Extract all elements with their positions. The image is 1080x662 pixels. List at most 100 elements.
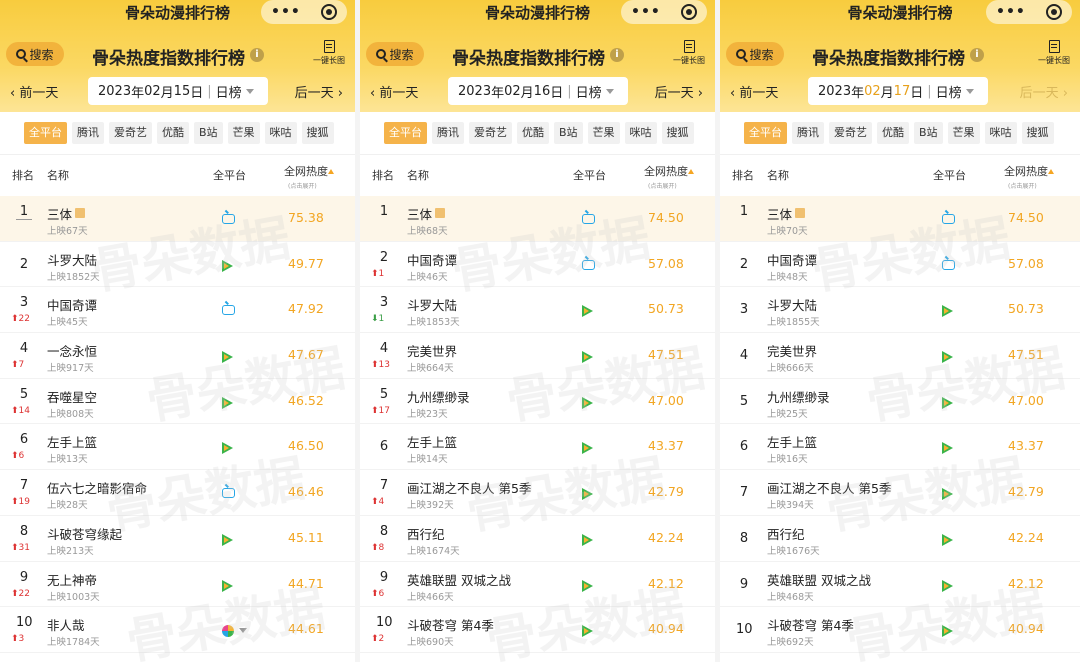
table-row[interactable]: 8 西行纪 上映1676天 42.24 — [720, 515, 1080, 562]
platform-tab[interactable]: 优酷 — [157, 122, 189, 144]
close-target-icon[interactable] — [1045, 4, 1062, 20]
title-name[interactable]: 斗破苍穹缘起 — [47, 524, 122, 543]
platform-tab[interactable]: 腾讯 — [72, 122, 104, 144]
title-name[interactable]: 左手上篮 — [407, 432, 457, 451]
title-name[interactable]: 西行纪 — [767, 524, 805, 543]
title-name[interactable]: 斗破苍穹 第4季 — [407, 615, 494, 634]
chevron-down-icon[interactable] — [239, 628, 247, 634]
date-selector[interactable]: 2023 年 02 月 16 日 | 日榜 — [448, 77, 628, 105]
table-row[interactable]: 9 ⬆6 英雄联盟 双城之战 上映466天 42.12 — [360, 561, 715, 608]
table-row[interactable]: 6 ⬆6 左手上篮 上映13天 46.50 — [0, 424, 355, 471]
table-row[interactable]: 6 左手上篮 上映14天 43.37 — [360, 424, 715, 471]
table-row[interactable]: 4 完美世界 上映666天 47.51 — [720, 333, 1080, 379]
platform-tab[interactable]: 搜狐 — [661, 122, 694, 144]
table-row[interactable]: 9 ⬆22 无上神帝 上映1003天 44.71 — [0, 561, 355, 608]
title-name[interactable]: 中国奇谭 — [767, 250, 817, 269]
platform-tab[interactable]: 爱奇艺 — [469, 122, 512, 144]
prev-day-button[interactable]: ‹ 前一天 — [370, 82, 418, 101]
date-selector[interactable]: 2023 年 02 月 15 日 | 日榜 — [88, 77, 268, 105]
title-name[interactable]: 非人哉 — [47, 615, 85, 634]
table-row[interactable]: 10 ⬆2 斗破苍穹 第4季 上映690天 40.94 — [360, 607, 715, 653]
platform-tab[interactable]: 芒果 — [227, 122, 260, 144]
next-day-button[interactable]: 后一天 › — [295, 82, 343, 101]
title-name[interactable]: 画江湖之不良人 第5季 — [407, 478, 531, 497]
title-name[interactable]: 九州缥缈录 — [407, 387, 470, 406]
close-target-icon[interactable] — [320, 4, 337, 20]
title-name[interactable]: 斗罗大陆 — [767, 295, 817, 314]
table-row[interactable]: 5 ⬆14 吞噬星空 上映808天 46.52 — [0, 378, 355, 425]
platform-tab[interactable]: 爱奇艺 — [829, 122, 872, 144]
title-name[interactable]: 左手上篮 — [47, 432, 97, 451]
platform-tab[interactable]: 全平台 — [384, 122, 427, 144]
platform-tab[interactable]: 芒果 — [587, 122, 620, 144]
table-row[interactable]: 3 斗罗大陆 上映1855天 50.73 — [720, 287, 1080, 334]
search-button[interactable]: 搜索 — [726, 42, 784, 66]
title-name[interactable]: 三体 — [47, 204, 86, 223]
table-row[interactable]: 8 ⬆31 斗破苍穹缘起 上映213天 45.11 — [0, 515, 355, 562]
table-row[interactable]: 4 ⬆13 完美世界 上映664天 47.51 — [360, 333, 715, 379]
column-heat[interactable]: 全网热度 — [644, 163, 688, 179]
table-row[interactable]: 1 三体 上映70天 74.50 — [720, 196, 1080, 242]
title-name[interactable]: 完美世界 — [407, 341, 457, 360]
platform-tab[interactable]: 腾讯 — [432, 122, 464, 144]
table-row[interactable]: 2 中国奇谭 上映48天 57.08 — [720, 241, 1080, 288]
table-row[interactable]: 4 ⬆7 一念永恒 上映917天 47.67 — [0, 333, 355, 379]
long-image-button[interactable]: 一键长图 — [1034, 40, 1074, 66]
capsule-menu[interactable]: ••• — [261, 0, 347, 24]
long-image-button[interactable]: 一键长图 — [309, 40, 349, 66]
platform-tab[interactable]: B站 — [194, 122, 223, 144]
title-name[interactable]: 中国奇谭 — [407, 250, 457, 269]
title-name[interactable]: 伍六七之暗影宿命 — [47, 478, 147, 497]
platform-tab[interactable]: 爱奇艺 — [109, 122, 152, 144]
prev-day-button[interactable]: ‹ 前一天 — [730, 82, 778, 101]
long-image-button[interactable]: 一键长图 — [669, 40, 709, 66]
platform-tab[interactable]: 腾讯 — [792, 122, 824, 144]
title-name[interactable]: 左手上篮 — [767, 432, 817, 451]
title-name[interactable]: 斗罗大陆 — [407, 295, 457, 314]
next-day-button[interactable]: 后一天 › — [655, 82, 703, 101]
capsule-menu[interactable]: ••• — [986, 0, 1072, 24]
title-name[interactable]: 无上神帝 — [47, 570, 97, 589]
search-button[interactable]: 搜索 — [6, 42, 64, 66]
table-row[interactable]: 1 三体 上映67天 75.38 — [0, 196, 355, 242]
title-name[interactable]: 吞噬星空 — [47, 387, 97, 406]
table-row[interactable]: 3 ⬇1 斗罗大陆 上映1853天 50.73 — [360, 287, 715, 334]
title-name[interactable]: 英雄联盟 双城之战 — [767, 570, 871, 589]
title-name[interactable]: 西行纪 — [407, 524, 445, 543]
info-icon[interactable]: i — [610, 48, 624, 62]
column-heat[interactable]: 全网热度 — [1004, 163, 1048, 179]
title-name[interactable]: 英雄联盟 双城之战 — [407, 570, 511, 589]
platform-tab[interactable]: 芒果 — [947, 122, 980, 144]
table-row[interactable]: 7 画江湖之不良人 第5季 上映394天 42.79 — [720, 470, 1080, 516]
more-icon[interactable]: ••• — [631, 4, 661, 20]
platform-tab[interactable]: B站 — [554, 122, 583, 144]
title-name[interactable]: 九州缥缈录 — [767, 387, 830, 406]
table-row[interactable]: 6 左手上篮 上映16天 43.37 — [720, 424, 1080, 471]
table-row[interactable]: 2 斗罗大陆 上映1852天 49.77 — [0, 241, 355, 288]
title-name[interactable]: 画江湖之不良人 第5季 — [767, 478, 891, 497]
info-icon[interactable]: i — [970, 48, 984, 62]
table-row[interactable]: 3 ⬆22 中国奇谭 上映45天 47.92 — [0, 287, 355, 334]
title-name[interactable]: 中国奇谭 — [47, 295, 97, 314]
table-row[interactable]: 1 三体 上映68天 74.50 — [360, 196, 715, 242]
sort-icon[interactable] — [1048, 169, 1054, 174]
platform-tab[interactable]: B站 — [914, 122, 943, 144]
table-row[interactable]: 9 英雄联盟 双城之战 上映468天 42.12 — [720, 561, 1080, 608]
table-row[interactable]: 7 ⬆4 画江湖之不良人 第5季 上映392天 42.79 — [360, 470, 715, 516]
platform-tab[interactable]: 优酷 — [517, 122, 549, 144]
date-selector[interactable]: 2023 年 02 月 17 日 | 日榜 — [808, 77, 988, 105]
table-row[interactable]: 8 ⬆8 西行纪 上映1674天 42.24 — [360, 515, 715, 562]
title-name[interactable]: 斗罗大陆 — [47, 250, 97, 269]
platform-tab[interactable]: 咪咕 — [984, 122, 1017, 144]
sort-icon[interactable] — [688, 169, 694, 174]
info-icon[interactable]: i — [250, 48, 264, 62]
table-row[interactable]: 2 ⬆1 中国奇谭 上映46天 57.08 — [360, 241, 715, 288]
title-name[interactable]: 三体 — [407, 204, 446, 223]
sort-icon[interactable] — [328, 169, 334, 174]
prev-day-button[interactable]: ‹ 前一天 — [10, 82, 58, 101]
platform-tab[interactable]: 搜狐 — [301, 122, 334, 144]
table-row[interactable]: 10 斗破苍穹 第4季 上映692天 40.94 — [720, 607, 1080, 653]
title-name[interactable]: 完美世界 — [767, 341, 817, 360]
table-row[interactable]: 5 九州缥缈录 上映25天 47.00 — [720, 378, 1080, 425]
title-name[interactable]: 一念永恒 — [47, 341, 97, 360]
